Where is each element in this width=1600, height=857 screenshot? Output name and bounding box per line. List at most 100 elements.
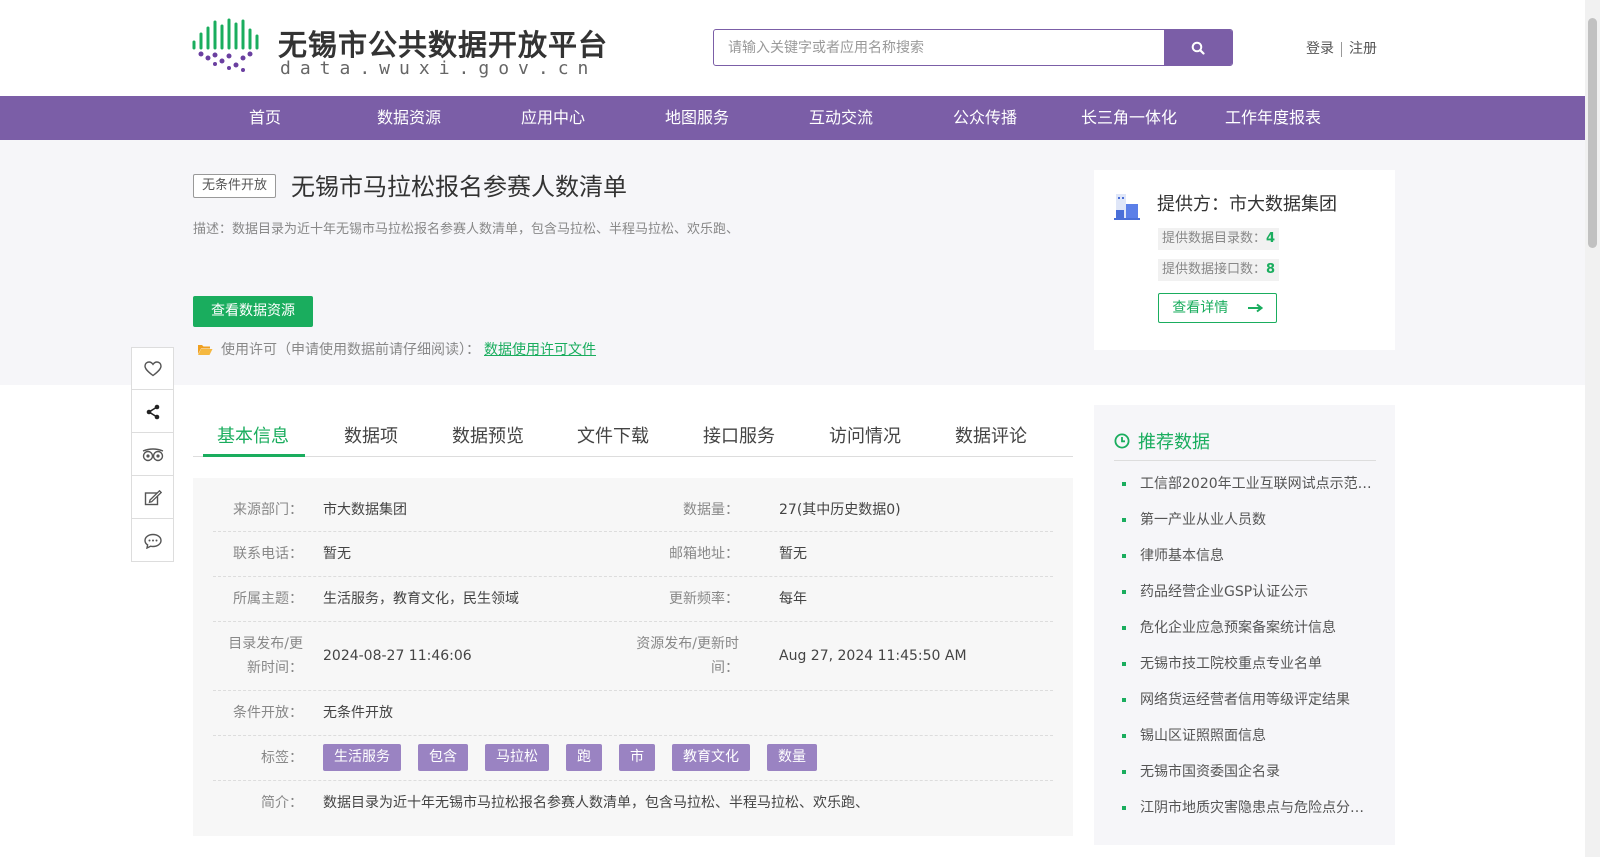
- recommended-item[interactable]: 工信部2020年工业互联网试点示范项目名单: [1122, 473, 1372, 493]
- catalog-count-value: 4: [1266, 231, 1276, 246]
- info-row: 目录发布/更 新时间： 2024-08-27 11:46:06 资源发布/更新时…: [213, 622, 1053, 691]
- basic-info-table: 来源部门： 市大数据集团 数据量： 27(其中历史数据0) 联系电话： 暂无 邮…: [193, 478, 1073, 836]
- active-tab-indicator: [203, 454, 305, 457]
- email-label: 邮箱地址：: [669, 546, 739, 562]
- provider-name: 提供方：市大数据集团: [1157, 194, 1337, 215]
- recommended-item-label: 锡山区证照照面信息: [1140, 728, 1266, 744]
- phone-value: 暂无: [323, 546, 351, 562]
- tab-data-comments[interactable]: 数据评论: [955, 422, 1027, 448]
- recommended-item-label: 危化企业应急预案备案统计信息: [1140, 620, 1336, 636]
- share-icon: [146, 404, 159, 419]
- folder-open-icon: [198, 344, 213, 355]
- recommended-item-label: 江阴市地质灾害隐患点与危险点分布信息: [1140, 800, 1372, 816]
- resource-time-label-line1: 资源发布/更新时: [636, 636, 739, 652]
- recommended-item-label: 药品经营企业GSP认证公示: [1140, 584, 1309, 600]
- source-dept-label: 来源部门：: [233, 502, 303, 518]
- arrow-right-icon: [1247, 303, 1263, 313]
- main-nav: 首页 数据资源 应用中心 地图服务 互动交流 公众传播 长三角一体化 工作年度报…: [0, 96, 1585, 140]
- page-title: 无锡市马拉松报名参赛人数清单: [291, 173, 627, 201]
- recommended-item-label: 第一产业从业人员数: [1140, 512, 1266, 528]
- data-volume-label: 数据量：: [683, 502, 739, 518]
- summary-value: 数据目录为近十年无锡市马拉松报名参赛人数清单，包含马拉松、半程马拉松、欢乐跑、: [323, 795, 869, 811]
- tag-chip[interactable]: 包含: [418, 744, 468, 771]
- tag-chip[interactable]: 马拉松: [485, 744, 549, 771]
- frequency-label: 更新频率：: [669, 591, 739, 607]
- api-count-stat: 提供数据接口数：8: [1158, 259, 1280, 281]
- tag-chip[interactable]: 跑: [566, 744, 602, 771]
- tab-api-service[interactable]: 接口服务: [703, 422, 775, 448]
- heart-icon: [143, 360, 162, 376]
- view-count-button[interactable]: [132, 434, 173, 476]
- info-row: 联系电话： 暂无 邮箱地址： 暂无: [213, 532, 1053, 577]
- recommended-item[interactable]: 律师基本信息: [1122, 545, 1372, 565]
- side-toolbar: [131, 347, 174, 562]
- page-scrollbar[interactable]: [1585, 0, 1600, 857]
- recommended-item-label: 律师基本信息: [1140, 548, 1224, 564]
- scrollbar-thumb[interactable]: [1588, 18, 1597, 248]
- recommended-item[interactable]: 江阴市地质灾害隐患点与危险点分布信息: [1122, 797, 1372, 817]
- provider-detail-button[interactable]: 查看详情: [1158, 293, 1277, 323]
- recommended-item[interactable]: 无锡市国资委国企名录: [1122, 761, 1372, 781]
- condition-label: 条件开放：: [233, 705, 303, 721]
- frequency-value: 每年: [779, 591, 807, 607]
- recommended-item[interactable]: 危化企业应急预案备案统计信息: [1122, 617, 1372, 637]
- tab-access-stats[interactable]: 访问情况: [829, 422, 901, 448]
- tags-label: 标签：: [261, 750, 303, 766]
- tab-basic-info[interactable]: 基本信息: [217, 422, 289, 448]
- search-box: [713, 29, 1233, 66]
- recommended-item[interactable]: 第一产业从业人员数: [1122, 509, 1372, 529]
- provider-detail-label: 查看详情: [1172, 300, 1229, 316]
- catalog-count-stat: 提供数据目录数：4: [1158, 228, 1280, 250]
- nav-item-home[interactable]: 首页: [200, 96, 330, 140]
- open-type-badge: 无条件开放: [193, 174, 277, 198]
- view-data-button[interactable]: 查看数据资源: [193, 296, 313, 327]
- tag-chip[interactable]: 教育文化: [672, 744, 750, 771]
- recommended-header: 推荐数据: [1114, 421, 1376, 461]
- comment-button[interactable]: [132, 520, 173, 562]
- recommended-item[interactable]: 锡山区证照照面信息: [1122, 725, 1372, 745]
- tag-chip[interactable]: 市: [619, 744, 655, 771]
- recommended-panel: 推荐数据 工信部2020年工业互联网试点示范项目名单 第一产业从业人员数 律师基…: [1094, 405, 1395, 845]
- search-input[interactable]: [714, 30, 1166, 65]
- glasses-icon: [142, 447, 163, 461]
- tag-chip[interactable]: 数量: [767, 744, 817, 771]
- recommended-item[interactable]: 无锡市技工院校重点专业名单: [1122, 653, 1372, 673]
- favorite-button[interactable]: [132, 348, 173, 390]
- register-link[interactable]: 注册: [1349, 41, 1377, 57]
- recommended-title: 推荐数据: [1138, 431, 1210, 453]
- catalog-count-label: 提供数据目录数：: [1162, 231, 1267, 246]
- recommended-item-label: 无锡市技工院校重点专业名单: [1140, 656, 1322, 672]
- source-dept-value: 市大数据集团: [323, 502, 407, 518]
- recommended-item[interactable]: 网络货运经营者信用等级评定结果: [1122, 689, 1372, 709]
- search-icon: [1191, 41, 1205, 55]
- login-link[interactable]: 登录: [1306, 41, 1334, 57]
- recommended-item[interactable]: 药品经营企业GSP认证公示: [1122, 581, 1372, 601]
- auth-links: 登录 注册: [1306, 38, 1377, 58]
- nav-item-yangtze-delta[interactable]: 长三角一体化: [1064, 96, 1194, 140]
- catalog-time-value: 2024-08-27 11:46:06: [323, 648, 472, 664]
- catalog-time-label: 目录发布/更 新时间：: [213, 632, 303, 680]
- nav-item-app-center[interactable]: 应用中心: [488, 96, 618, 140]
- edit-button[interactable]: [132, 477, 173, 519]
- nav-item-public-communication[interactable]: 公众传播: [920, 96, 1050, 140]
- info-row: 来源部门： 市大数据集团 数据量： 27(其中历史数据0): [213, 478, 1053, 532]
- nav-item-annual-report[interactable]: 工作年度报表: [1208, 96, 1338, 140]
- tab-file-download[interactable]: 文件下载: [577, 422, 649, 448]
- search-button[interactable]: [1164, 30, 1232, 65]
- license-link[interactable]: 数据使用许可文件: [484, 339, 596, 359]
- logo-mark-icon: [192, 18, 259, 72]
- site-logo[interactable]: 无锡市公共数据开放平台 data.wuxi.gov.cn: [190, 18, 607, 79]
- nav-item-data-resources[interactable]: 数据资源: [344, 96, 474, 140]
- tab-data-items[interactable]: 数据项: [344, 422, 398, 448]
- provider-card: 提供方：市大数据集团 提供数据目录数：4 提供数据接口数：8 查看详情: [1094, 170, 1395, 350]
- theme-value: 生活服务，教育文化，民生领域: [323, 591, 519, 607]
- auth-divider: [1341, 41, 1342, 57]
- tab-data-preview[interactable]: 数据预览: [452, 422, 524, 448]
- data-volume-value: 27(其中历史数据0): [779, 502, 901, 518]
- recommended-item-label: 无锡市国资委国企名录: [1140, 764, 1280, 780]
- tag-chip[interactable]: 生活服务: [323, 744, 401, 771]
- nav-item-interaction[interactable]: 互动交流: [776, 96, 906, 140]
- api-count-label: 提供数据接口数：: [1162, 262, 1267, 277]
- share-button[interactable]: [132, 391, 173, 433]
- nav-item-map-service[interactable]: 地图服务: [632, 96, 762, 140]
